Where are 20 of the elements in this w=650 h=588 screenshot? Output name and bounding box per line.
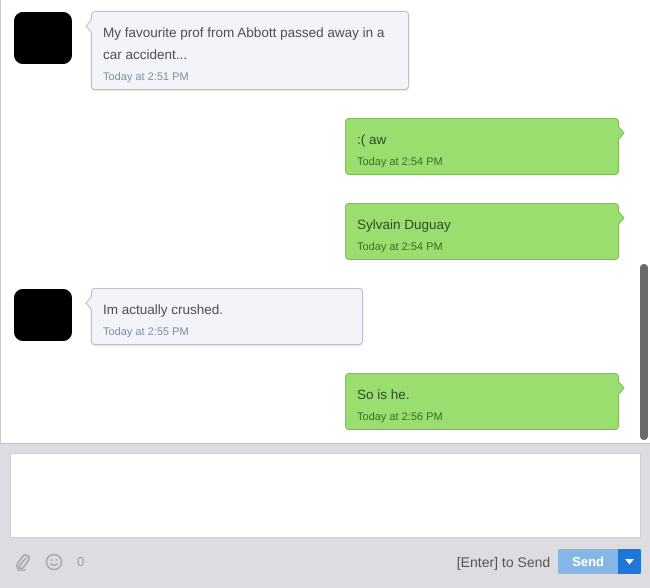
message-time: Today at 2:54 PM [357,241,444,253]
message-time: Today at 2:51 PM [103,71,190,83]
character-count: 0 [77,554,84,569]
message-text: Sylvain Duguay [357,216,452,234]
message-text: My favourite prof from Abbott passed away in a car accident... [103,24,386,64]
send-hint: [Enter] to Send [456,554,550,570]
paperclip-icon[interactable] [15,552,31,570]
scrollbar-thumb[interactable] [640,264,648,440]
message-time: Today at 2:56 PM [357,411,444,423]
message-time: Today at 2:55 PM [103,326,190,338]
message-time: Today at 2:54 PM [357,156,444,168]
caret-icon [625,558,634,564]
message-text: Im actually crushed. [103,301,224,319]
avatar [14,12,72,64]
smiley-icon[interactable] [45,552,63,570]
avatar [14,289,72,341]
send-options-button[interactable] [618,549,641,574]
message-text: So is he. [357,386,411,404]
message-text: :( aw [357,131,388,149]
message-input[interactable] [10,453,641,538]
